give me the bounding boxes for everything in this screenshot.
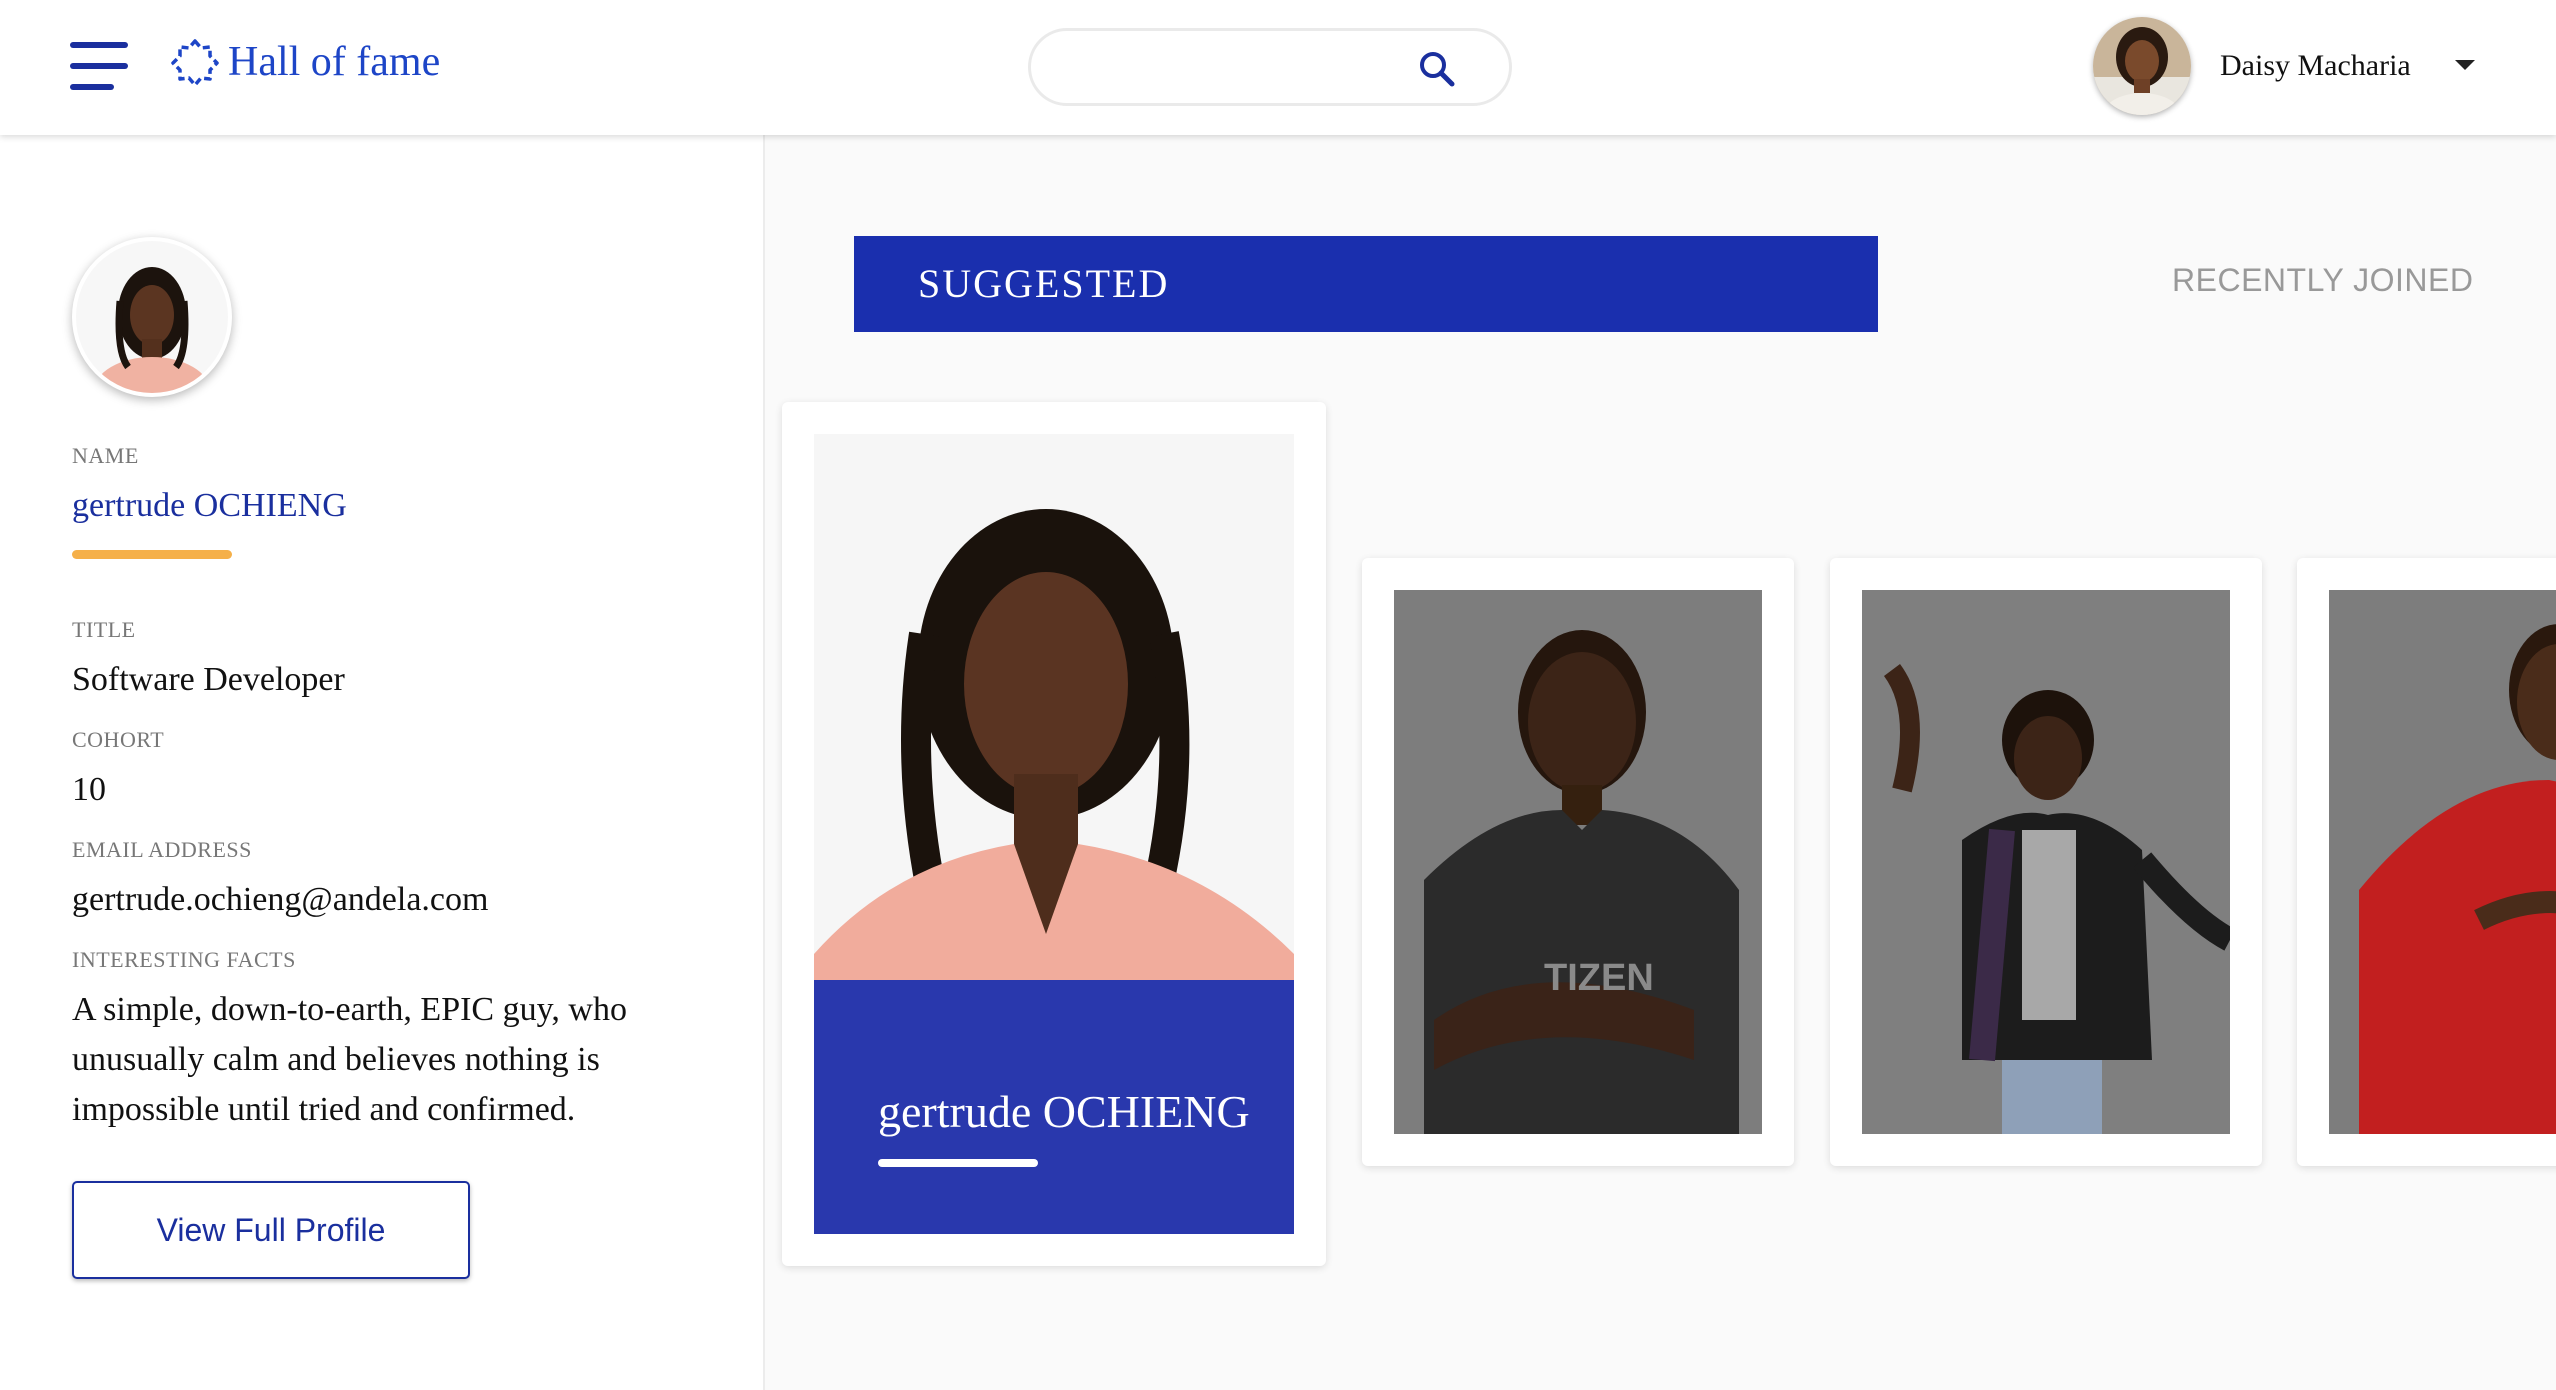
name-label: NAME [72, 443, 139, 468]
profile-avatar [72, 237, 232, 397]
member-card[interactable] [1830, 558, 2262, 1166]
featured-name-underline [878, 1159, 1038, 1167]
member-photo [1862, 590, 2230, 1134]
profile-name: gertrude OCHIENG [72, 487, 347, 524]
top-bar: Hall of fame Daisy Macharia [0, 0, 2556, 135]
user-avatar-photo [2093, 17, 2191, 115]
user-name[interactable]: Daisy Macharia [2220, 44, 2411, 88]
name-underline [72, 550, 232, 559]
hamburger-menu-icon[interactable] [70, 42, 130, 90]
chevron-down-icon[interactable] [2453, 57, 2477, 73]
facts-label: INTERESTING FACTS [72, 947, 296, 972]
shirt-text: TIZEN [1544, 957, 1654, 999]
app-title[interactable]: Hall of fame [228, 34, 440, 90]
title-label: TITLE [72, 617, 136, 642]
member-card[interactable] [2297, 558, 2556, 1166]
profile-title: Software Developer [72, 661, 345, 698]
member-photo: TIZEN [1394, 590, 1762, 1134]
profile-cohort: 10 [72, 771, 106, 808]
search-bar[interactable] [1028, 28, 1512, 106]
member-photo [2329, 590, 2556, 1134]
tab-recently-joined[interactable]: RECENTLY JOINED [2172, 262, 2473, 299]
cohort-label: COHORT [72, 727, 165, 752]
profile-avatar-photo [76, 241, 228, 393]
profile-email: gertrude.ochieng@andela.com [72, 881, 489, 918]
search-icon[interactable] [1415, 47, 1459, 91]
view-full-profile-button[interactable]: View Full Profile [72, 1181, 470, 1279]
search-input[interactable] [1061, 45, 1415, 91]
tab-suggested[interactable]: SUGGESTED [854, 236, 1878, 332]
profile-sidebar: NAME gertrude OCHIENG TITLE Software Dev… [0, 135, 765, 1390]
profile-facts: A simple, down-to-earth, EPIC guy, who u… [72, 991, 627, 1128]
email-label: EMAIL ADDRESS [72, 837, 252, 862]
hall-of-fame-logo-icon[interactable] [170, 38, 220, 88]
featured-member-name: gertrude OCHIENG [878, 1086, 1250, 1137]
user-avatar[interactable] [2093, 17, 2191, 115]
member-card[interactable]: TIZEN [1362, 558, 1794, 1166]
